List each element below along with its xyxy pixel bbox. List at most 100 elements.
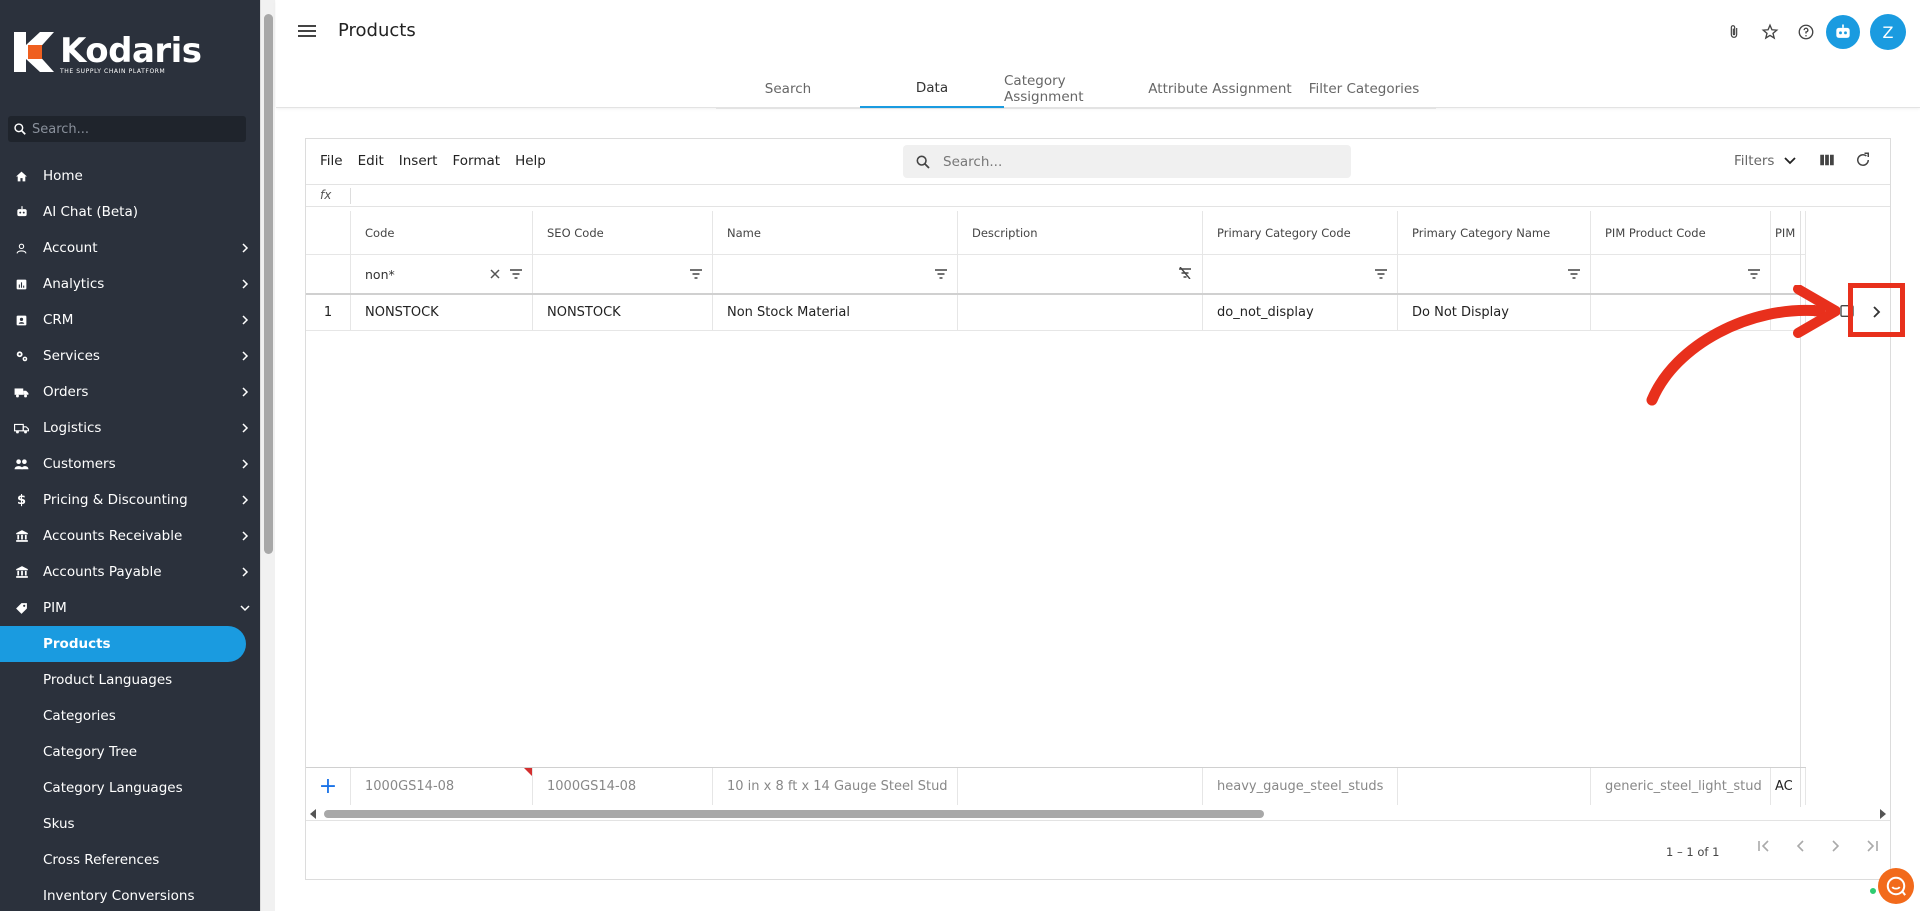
filter-icon[interactable] xyxy=(1375,267,1387,282)
horizontal-scrollbar-thumb[interactable] xyxy=(324,810,1264,818)
refresh-icon[interactable] xyxy=(1854,151,1872,173)
chat-support-button[interactable] xyxy=(1878,868,1914,904)
sidebar-item-category-tree[interactable]: Category Tree xyxy=(0,734,260,770)
new-cell-name[interactable]: 10 in x 8 ft x 14 Gauge Steel Stud xyxy=(713,768,958,805)
new-cell-description[interactable] xyxy=(958,768,1203,805)
avatar[interactable]: Z xyxy=(1870,14,1906,50)
add-row-button[interactable]: + xyxy=(306,768,351,805)
filters-button[interactable]: Filters xyxy=(1734,153,1797,169)
new-cell-pim-product-code[interactable]: generic_steel_light_stud xyxy=(1591,768,1771,805)
new-cell-primary-category-name[interactable] xyxy=(1398,768,1591,805)
filter-icon[interactable] xyxy=(1568,267,1580,282)
sidebar-item-label: Analytics xyxy=(43,276,105,292)
sidebar-item-categories[interactable]: Categories xyxy=(0,698,260,734)
sidebar-item-analytics[interactable]: Analytics xyxy=(0,266,260,302)
tab-attribute-assignment[interactable]: Attribute Assignment xyxy=(1148,70,1292,108)
sidebar-item-accounts-payable[interactable]: Accounts Payable xyxy=(0,554,260,590)
horizontal-scrollbar[interactable] xyxy=(306,807,1890,821)
sidebar-item-label: Logistics xyxy=(43,420,102,436)
menu-edit[interactable]: Edit xyxy=(358,153,384,169)
sidebar-item-customers[interactable]: Customers xyxy=(0,446,260,482)
columns-icon[interactable] xyxy=(1818,151,1836,173)
ai-assistant-button[interactable] xyxy=(1826,15,1860,49)
column-header-primary-category-code[interactable]: Primary Category Code xyxy=(1203,211,1398,254)
prev-page-icon[interactable] xyxy=(1782,839,1818,853)
cell-description[interactable] xyxy=(958,295,1203,330)
new-cell-pim[interactable]: AC xyxy=(1771,768,1806,805)
sidebar-item-label: Accounts Receivable xyxy=(43,528,183,544)
chevron-down-icon xyxy=(1784,153,1797,169)
scroll-right-icon[interactable] xyxy=(1880,809,1886,819)
column-header-pim-product-code[interactable]: PIM Product Code xyxy=(1591,211,1771,254)
sidebar-item-account[interactable]: Account xyxy=(0,230,260,266)
cell-primary-category-name[interactable]: Do Not Display xyxy=(1398,295,1591,330)
sidebar-item-ai-chat[interactable]: AI Chat (Beta) xyxy=(0,194,260,230)
last-page-icon[interactable] xyxy=(1854,839,1890,853)
cell-primary-category-code[interactable]: do_not_display xyxy=(1203,295,1398,330)
filter-name[interactable] xyxy=(713,255,958,293)
menu-icon[interactable] xyxy=(298,22,320,42)
sidebar-item-inventory-conversions[interactable]: Inventory Conversions xyxy=(0,878,260,911)
cell-seo-code[interactable]: NONSTOCK xyxy=(533,295,713,330)
table-row[interactable]: 1 NONSTOCK NONSTOCK Non Stock Material d… xyxy=(306,295,1806,331)
sidebar-item-crm[interactable]: CRM xyxy=(0,302,260,338)
help-icon[interactable] xyxy=(1788,14,1824,50)
sidebar-scrollbar-thumb[interactable] xyxy=(264,14,273,554)
column-header-seo-code[interactable]: SEO Code xyxy=(533,211,713,254)
sidebar-scrollbar[interactable] xyxy=(260,0,275,911)
formula-bar[interactable]: fx xyxy=(306,185,1890,207)
menu-insert[interactable]: Insert xyxy=(399,153,438,169)
sidebar-search[interactable] xyxy=(8,116,246,142)
sidebar-item-accounts-receivable[interactable]: Accounts Receivable xyxy=(0,518,260,554)
sidebar-item-cross-references[interactable]: Cross References xyxy=(0,842,260,878)
column-header-description[interactable]: Description xyxy=(958,211,1203,254)
menu-format[interactable]: Format xyxy=(452,153,500,169)
tab-category-assignment[interactable]: Category Assignment xyxy=(1004,70,1148,108)
column-header-code[interactable]: Code xyxy=(351,211,533,254)
first-page-icon[interactable] xyxy=(1746,839,1782,853)
column-header-primary-category-name[interactable]: Primary Category Name xyxy=(1398,211,1591,254)
new-cell-seo-code[interactable]: 1000GS14-08 xyxy=(533,768,713,805)
filter-code[interactable]: non* xyxy=(351,255,533,293)
paperclip-icon[interactable] xyxy=(1716,14,1752,50)
sidebar-item-product-languages[interactable]: Product Languages xyxy=(0,662,260,698)
sidebar-item-pricing[interactable]: $ Pricing & Discounting xyxy=(0,482,260,518)
new-cell-code[interactable]: 1000GS14-08 xyxy=(351,768,533,805)
tab-filter-categories[interactable]: Filter Categories xyxy=(1292,70,1436,108)
sidebar-item-services[interactable]: Services xyxy=(0,338,260,374)
new-row[interactable]: + 1000GS14-08 1000GS14-08 10 in x 8 ft x… xyxy=(306,767,1806,805)
filter-primary-category-code[interactable] xyxy=(1203,255,1398,293)
filter-code-value[interactable]: non* xyxy=(365,267,395,282)
grid-search[interactable] xyxy=(903,145,1351,178)
menu-file[interactable]: File xyxy=(320,153,343,169)
menu-help[interactable]: Help xyxy=(515,153,546,169)
tab-data[interactable]: Data xyxy=(860,70,1004,108)
kodaris-logo[interactable]: Kodaris THE SUPPLY CHAIN PLATFORM xyxy=(14,32,202,75)
sidebar-item-category-languages[interactable]: Category Languages xyxy=(0,770,260,806)
scroll-left-icon[interactable] xyxy=(310,809,316,819)
sidebar-search-input[interactable] xyxy=(32,121,232,137)
filter-icon[interactable] xyxy=(510,267,522,282)
grid-search-input[interactable] xyxy=(943,153,1323,170)
column-header-name[interactable]: Name xyxy=(713,211,958,254)
sidebar-item-home[interactable]: Home xyxy=(0,158,260,194)
sidebar-item-orders[interactable]: Orders xyxy=(0,374,260,410)
star-icon[interactable] xyxy=(1752,14,1788,50)
filter-description[interactable] xyxy=(958,255,1203,293)
filter-primary-category-name[interactable] xyxy=(1398,255,1591,293)
sidebar-item-logistics[interactable]: Logistics xyxy=(0,410,260,446)
sidebar-item-skus[interactable]: Skus xyxy=(0,806,260,842)
tab-search[interactable]: Search xyxy=(716,70,860,108)
filter-icon[interactable] xyxy=(690,267,702,282)
clear-icon[interactable] xyxy=(490,267,500,282)
sidebar-item-pim[interactable]: PIM xyxy=(0,590,260,626)
cell-code[interactable]: NONSTOCK xyxy=(351,295,533,330)
filter-seo-code[interactable] xyxy=(533,255,713,293)
filter-icon[interactable] xyxy=(935,267,947,282)
sidebar-item-products[interactable]: Products xyxy=(0,626,246,662)
filter-off-icon[interactable] xyxy=(1178,266,1192,282)
filter-icon[interactable] xyxy=(1748,267,1760,282)
cell-name[interactable]: Non Stock Material xyxy=(713,295,958,330)
new-cell-primary-category-code[interactable]: heavy_gauge_steel_studs xyxy=(1203,768,1398,805)
next-page-icon[interactable] xyxy=(1818,839,1854,853)
